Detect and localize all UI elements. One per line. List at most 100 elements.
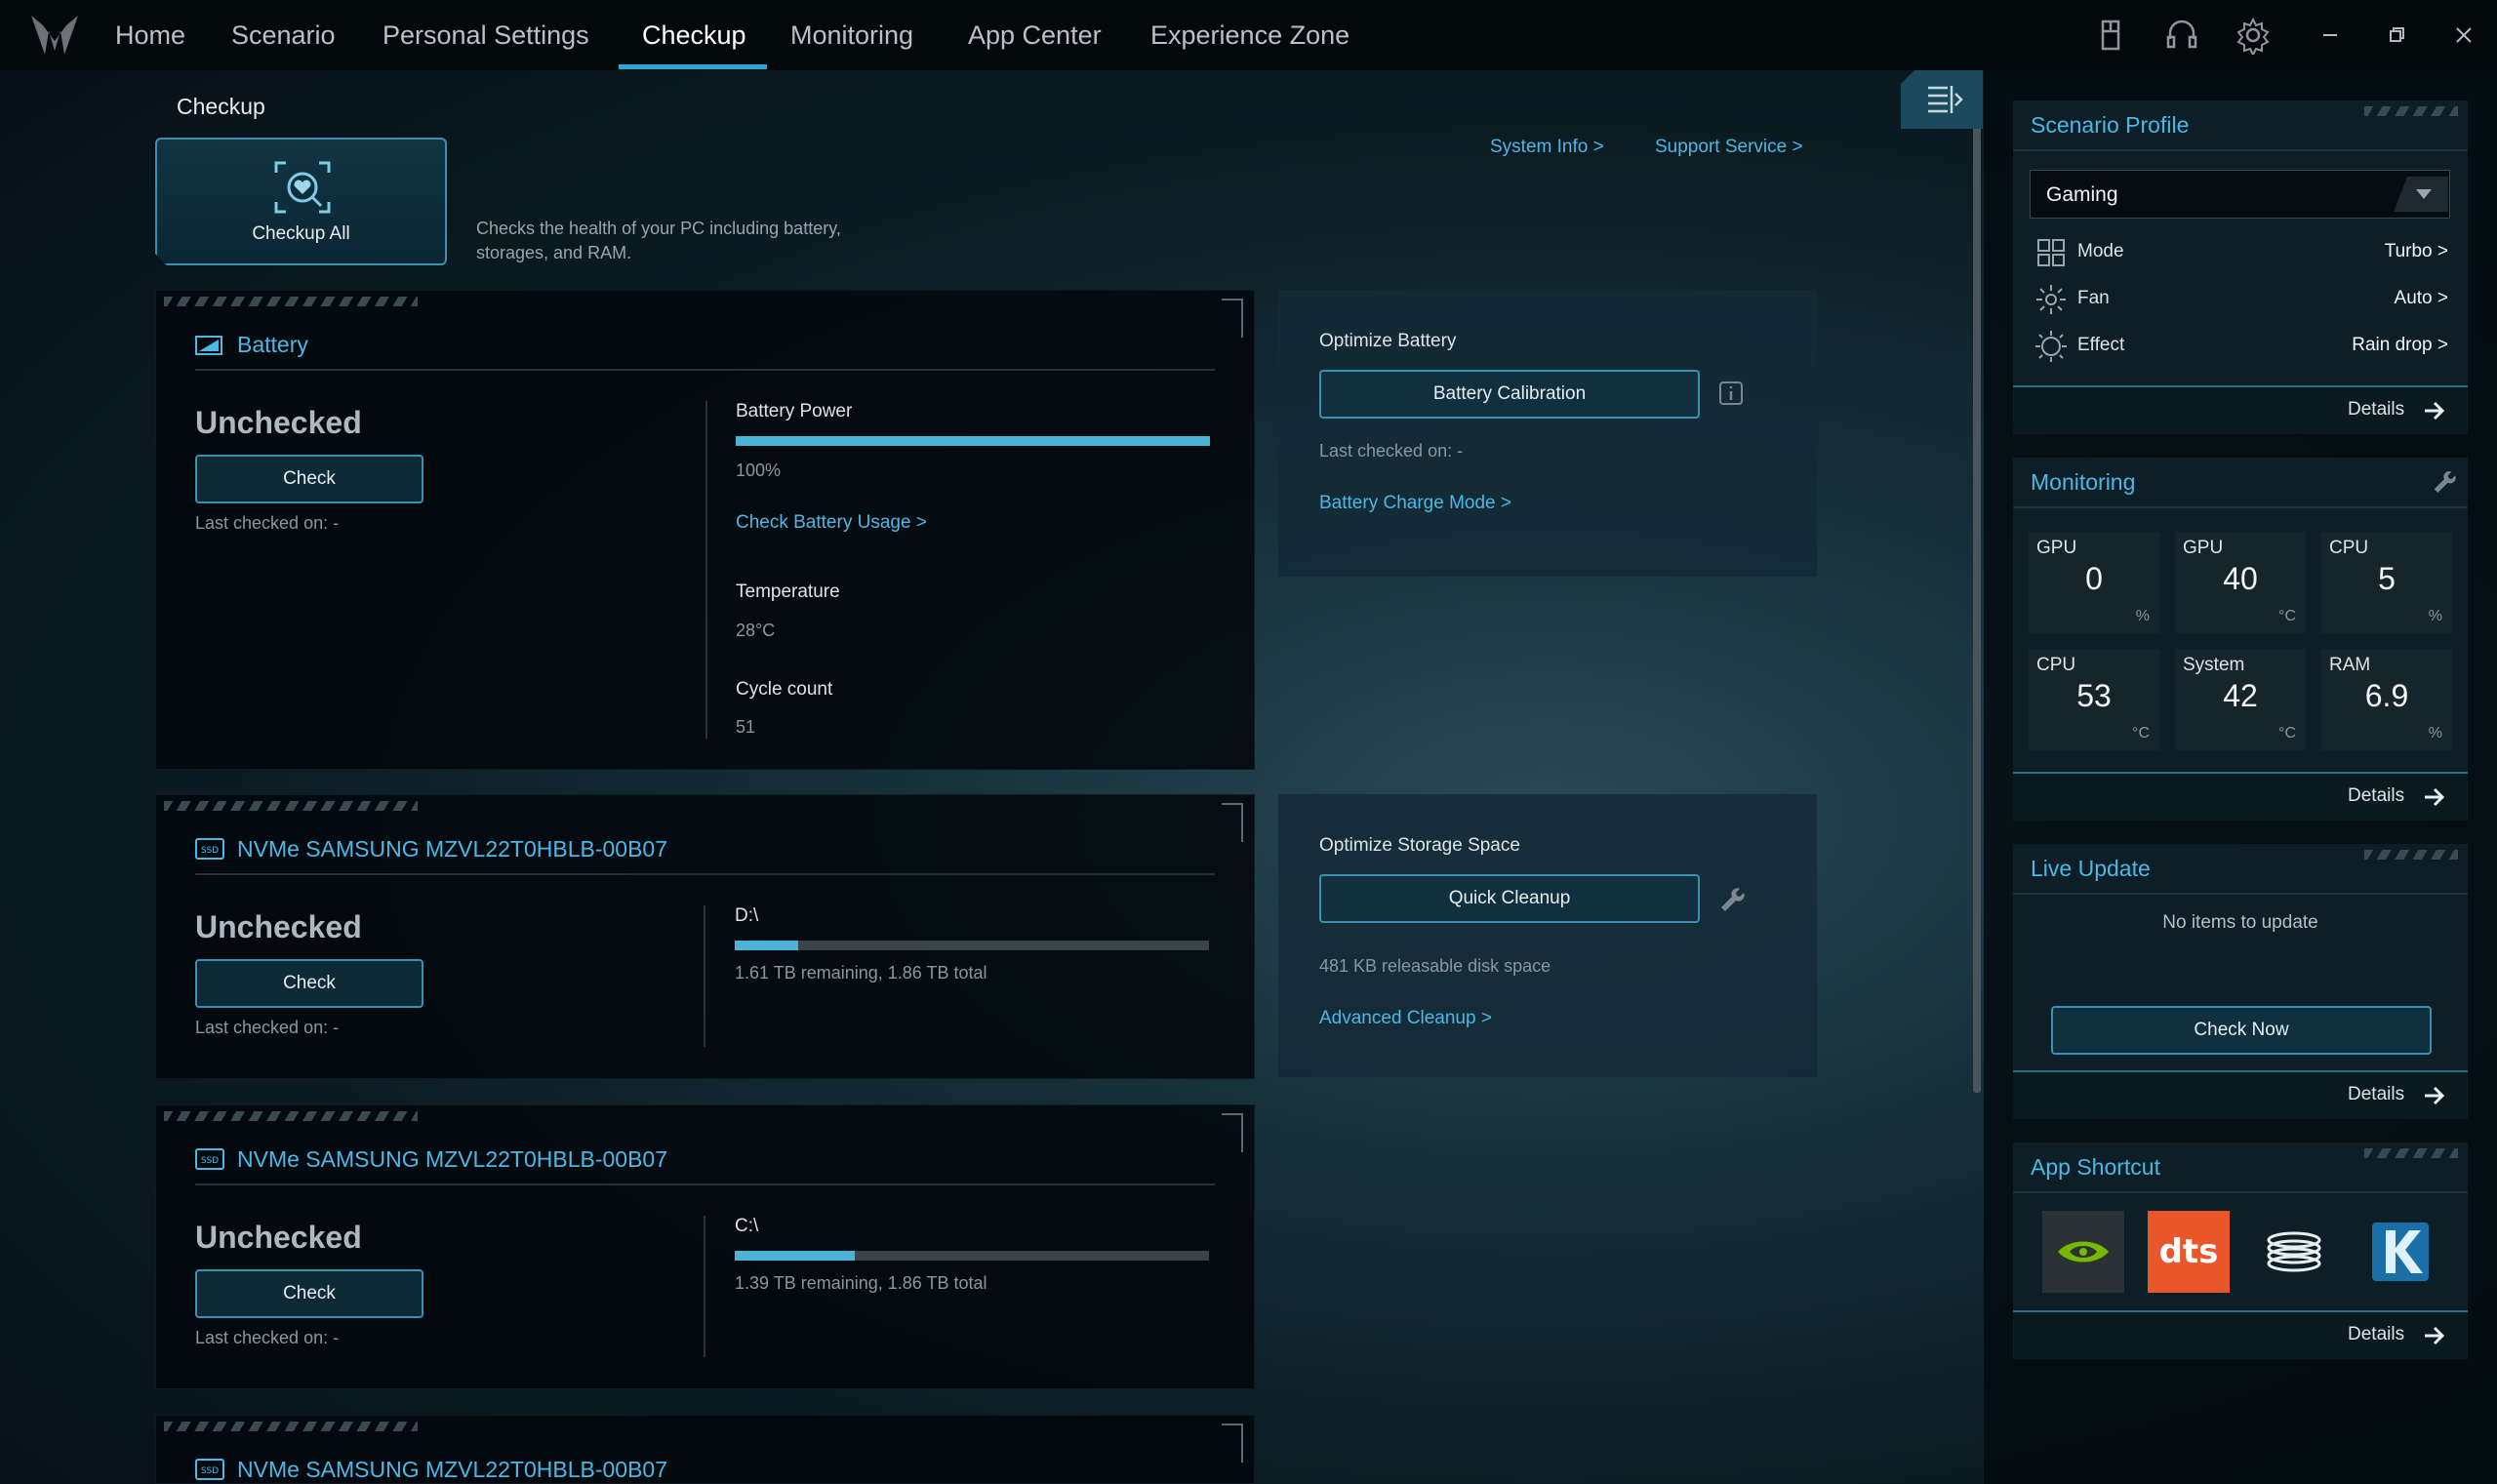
optimize-battery-title: Optimize Battery	[1319, 331, 1457, 351]
storage-panel: SSD NVMe SAMSUNG MZVL22T0HBLB-00B07	[155, 1415, 1255, 1484]
quick-cleanup-button[interactable]: Quick Cleanup	[1319, 874, 1700, 923]
ssd-icon: SSD	[195, 1148, 224, 1170]
metric-value: 42	[2223, 678, 2258, 713]
divider	[195, 1183, 1215, 1185]
nvidia-app-shortcut[interactable]	[2042, 1211, 2124, 1293]
storage-panel: SSD NVMe SAMSUNG MZVL22T0HBLB-00B07 Unch…	[155, 794, 1255, 1079]
mode-value[interactable]: Turbo >	[2385, 241, 2448, 262]
storage-title: NVMe SAMSUNG MZVL22T0HBLB-00B07	[237, 1457, 667, 1482]
fan-value[interactable]: Auto >	[2395, 288, 2448, 309]
vertical-divider	[704, 905, 705, 1047]
heart-scan-icon	[272, 159, 333, 216]
hatch-decoration	[164, 801, 418, 811]
dts-app-shortcut[interactable]: dts	[2148, 1211, 2230, 1293]
main-scrollbar[interactable]	[1973, 70, 1981, 1093]
battery-power-label: Battery Power	[736, 401, 853, 421]
storage-check-button[interactable]: Check	[195, 1269, 423, 1318]
predator-logo-icon[interactable]	[27, 12, 82, 59]
disc-stack-icon	[2267, 1231, 2321, 1272]
system-info-link[interactable]: System Info >	[1490, 137, 1604, 158]
gear-settings-icon[interactable]	[2234, 16, 2273, 55]
scenario-profile-card: Scenario Profile Gaming Mode Turbo > Fan…	[2013, 100, 2468, 434]
disc-stack-app-shortcut[interactable]	[2253, 1211, 2335, 1293]
tab-checkup[interactable]: Checkup	[638, 0, 750, 70]
drive-usage-fill	[735, 1251, 855, 1261]
tab-monitoring[interactable]: Monitoring	[786, 0, 917, 70]
collapse-sidebar-button[interactable]	[1901, 70, 1983, 129]
app-shortcut-details-link[interactable]: Details	[2348, 1324, 2404, 1345]
dropdown-toggle[interactable]	[2394, 177, 2448, 212]
divider	[2013, 893, 2468, 895]
metric-value: 6.9	[2364, 678, 2409, 713]
corner-decoration	[1222, 803, 1243, 842]
arrow-right-icon[interactable]	[2423, 1086, 2446, 1105]
monitoring-details-link[interactable]: Details	[2348, 785, 2404, 807]
restore-icon[interactable]	[2377, 16, 2416, 55]
tab-app-center[interactable]: App Center	[964, 0, 1106, 70]
drive-letter: C:\	[735, 1216, 759, 1236]
cpu-usage-tile: CPU 5 %	[2321, 532, 2452, 633]
metric-name: GPU	[2183, 538, 2224, 558]
scenario-details-footer: Details	[2013, 385, 2468, 434]
tab-home[interactable]: Home	[111, 0, 189, 70]
nvidia-icon	[2058, 1241, 2109, 1263]
chevron-down-icon	[2416, 189, 2432, 199]
headset-support-icon[interactable]	[2162, 16, 2201, 55]
svg-text:SSD: SSD	[201, 846, 219, 856]
hatch-decoration	[2364, 850, 2458, 860]
divider	[195, 369, 1215, 371]
storage-title: NVMe SAMSUNG MZVL22T0HBLB-00B07	[237, 1146, 667, 1172]
divider	[2013, 149, 2468, 151]
check-battery-usage-link[interactable]: Check Battery Usage >	[736, 512, 927, 534]
hatch-decoration	[164, 297, 418, 306]
hatch-decoration	[164, 1422, 418, 1431]
arrow-right-icon[interactable]	[2423, 1326, 2446, 1345]
effect-value[interactable]: Rain drop >	[2352, 335, 2448, 356]
support-service-link[interactable]: Support Service >	[1655, 137, 1803, 158]
battery-calibration-button[interactable]: Battery Calibration	[1319, 370, 1700, 419]
k-app-shortcut[interactable]	[2358, 1211, 2440, 1293]
tab-scenario[interactable]: Scenario	[227, 0, 340, 70]
wrench-icon[interactable]	[1717, 884, 1745, 911]
divider	[2013, 506, 2468, 508]
scenario-select[interactable]: Gaming	[2030, 170, 2450, 219]
metric-name: RAM	[2329, 655, 2371, 675]
live-update-details-link[interactable]: Details	[2348, 1084, 2404, 1105]
storage-check-button[interactable]: Check	[195, 959, 423, 1008]
info-icon[interactable]	[1717, 380, 1745, 407]
battery-panel: Battery Unchecked Check Last checked on:…	[155, 290, 1255, 770]
drive-letter: D:\	[735, 905, 759, 926]
battery-check-button[interactable]: Check	[195, 455, 423, 503]
arrow-right-icon[interactable]	[2423, 787, 2446, 807]
metric-name: GPU	[2036, 538, 2077, 558]
monitoring-details-footer: Details	[2013, 772, 2468, 821]
metric-unit: %	[2135, 608, 2150, 624]
divider	[195, 873, 1215, 875]
device-icon[interactable]	[2091, 16, 2130, 55]
storage-status: Unchecked	[195, 1220, 362, 1255]
battery-power-bar	[736, 436, 1210, 446]
battery-charge-mode-link[interactable]: Battery Charge Mode >	[1319, 493, 1511, 514]
scenario-profile-title: Scenario Profile	[2031, 112, 2190, 138]
metric-unit: °C	[2278, 608, 2296, 624]
k-app-icon	[2372, 1223, 2429, 1281]
arrow-right-icon[interactable]	[2423, 401, 2446, 421]
fan-icon	[2036, 285, 2066, 314]
advanced-cleanup-link[interactable]: Advanced Cleanup >	[1319, 1008, 1492, 1029]
scenario-details-link[interactable]: Details	[2348, 399, 2404, 421]
close-icon[interactable]	[2444, 16, 2483, 55]
wrench-icon[interactable]	[2431, 467, 2456, 493]
cycle-count-label: Cycle count	[736, 679, 833, 700]
metric-value: 40	[2223, 561, 2258, 596]
no-updates-message: No items to update	[2162, 912, 2318, 933]
tab-personal-settings[interactable]: Personal Settings	[379, 0, 593, 70]
metric-unit: %	[2428, 725, 2442, 742]
check-now-button[interactable]: Check Now	[2051, 1006, 2432, 1055]
tab-experience-zone[interactable]: Experience Zone	[1147, 0, 1353, 70]
storage-panel: SSD NVMe SAMSUNG MZVL22T0HBLB-00B07 Unch…	[155, 1104, 1255, 1389]
metric-name: CPU	[2036, 655, 2076, 675]
minimize-icon[interactable]	[2311, 16, 2350, 55]
storage-last-checked: Last checked on: -	[195, 1328, 340, 1347]
checkup-all-button[interactable]: Checkup All	[155, 138, 447, 265]
gpu-usage-tile: GPU 0 %	[2029, 532, 2159, 633]
